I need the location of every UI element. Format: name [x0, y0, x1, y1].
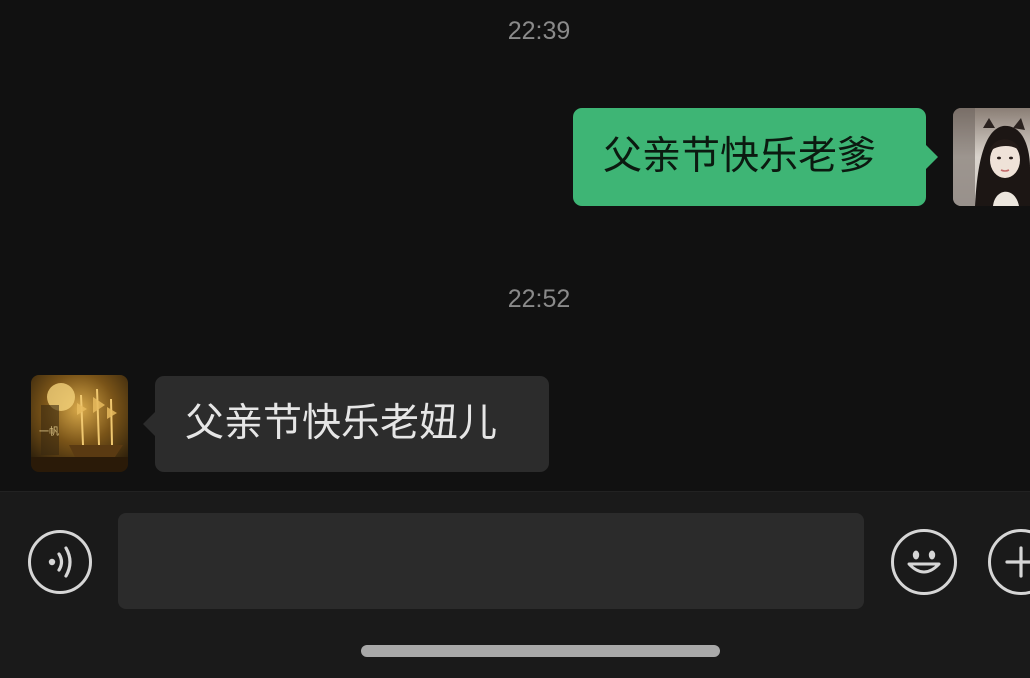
contact-avatar-image: 一帆	[31, 375, 128, 472]
home-indicator[interactable]	[361, 645, 720, 657]
voice-button[interactable]	[28, 530, 92, 594]
chat-screen: 22:39 父亲节快乐老爹 22:52 一帆 父亲节快乐老妞儿	[0, 0, 1030, 678]
voice-icon	[48, 546, 72, 578]
message-timestamp: 22:52	[507, 285, 571, 313]
emoji-button[interactable]	[891, 529, 957, 595]
emoji-icon	[907, 550, 941, 574]
more-options-button[interactable]	[988, 529, 1030, 595]
svg-text:一帆: 一帆	[39, 425, 59, 438]
contact-avatar[interactable]: 一帆	[31, 375, 128, 472]
user-avatar-image	[953, 108, 1030, 206]
message-timestamp: 22:39	[507, 17, 571, 45]
message-input[interactable]	[118, 513, 864, 609]
incoming-message-bubble[interactable]: 父亲节快乐老妞儿	[143, 376, 549, 472]
outgoing-message-bubble[interactable]: 父亲节快乐老爹	[573, 108, 938, 206]
user-avatar[interactable]	[953, 108, 1030, 206]
plus-icon	[1005, 546, 1030, 578]
